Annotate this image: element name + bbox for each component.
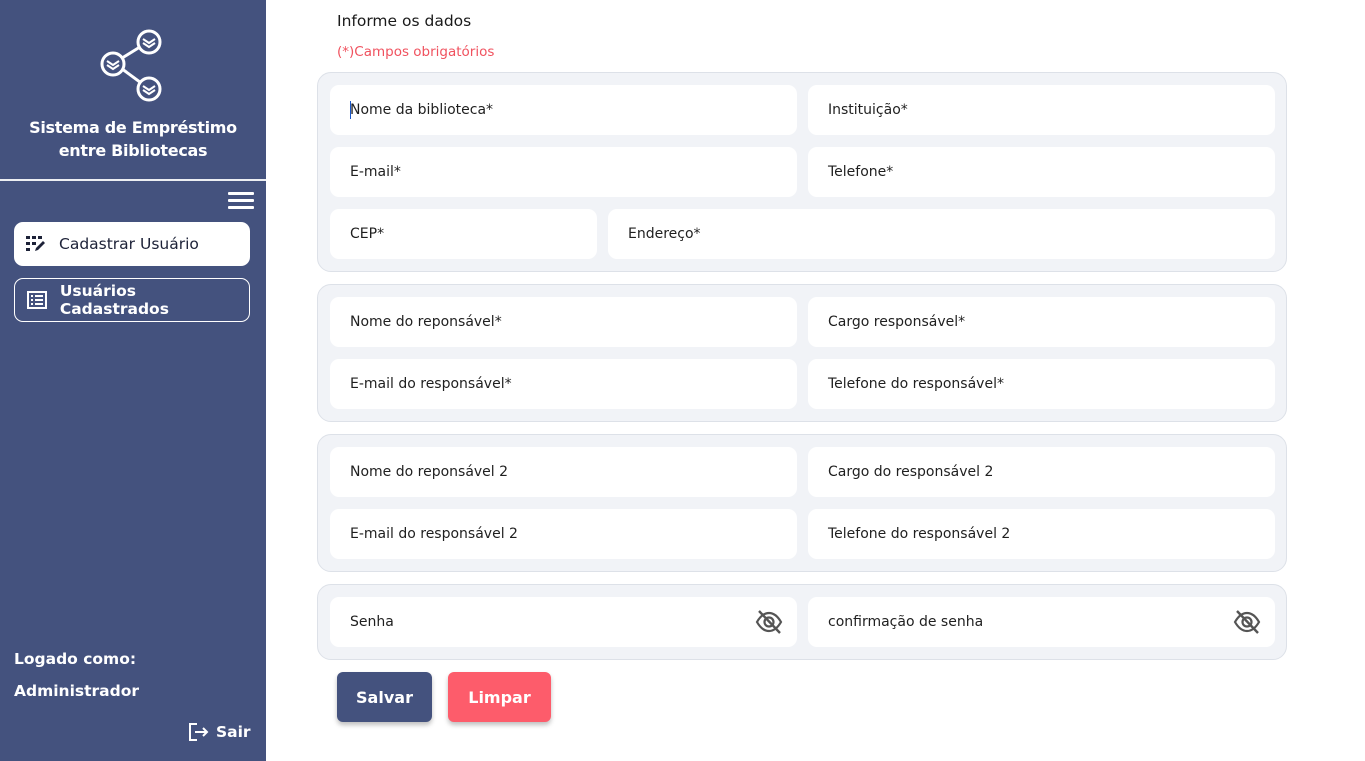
responsible-2-group: Nome do reponsável 2 Cargo do responsáve… — [317, 434, 1287, 572]
hamburger-menu-icon[interactable] — [228, 192, 254, 212]
sidebar-divider — [0, 179, 266, 181]
logout-label: Sair — [216, 723, 251, 741]
responsible-email-placeholder: E-mail do responsável* — [350, 376, 512, 392]
institution-placeholder: Instituição* — [828, 102, 908, 118]
phone-field[interactable]: Telefone* — [808, 147, 1275, 197]
text-caret — [350, 101, 351, 119]
responsible2-name-placeholder: Nome do reponsável 2 — [350, 464, 509, 480]
cep-placeholder: CEP* — [350, 226, 385, 242]
responsible2-email-placeholder: E-mail do responsável 2 — [350, 526, 518, 542]
eye-off-icon[interactable] — [1233, 609, 1261, 635]
address-field[interactable]: Endereço* — [608, 209, 1275, 259]
sidebar: Sistema de Empréstimo entre Bibliotecas … — [0, 0, 266, 761]
responsible-name-placeholder: Nome do reponsável* — [350, 314, 502, 330]
confirm-password-field[interactable]: confirmação de senha — [808, 597, 1275, 647]
library-info-group: Nome da biblioteca* Instituição* E-mail*… — [317, 72, 1287, 272]
password-field[interactable]: Senha — [330, 597, 797, 647]
required-fields-note: (*)Campos obrigatórios — [337, 44, 495, 60]
list-icon — [26, 289, 48, 311]
responsible2-name-field[interactable]: Nome do reponsável 2 — [330, 447, 797, 497]
email-field[interactable]: E-mail* — [330, 147, 797, 197]
responsible2-email-field[interactable]: E-mail do responsável 2 — [330, 509, 797, 559]
logout-button[interactable]: Sair — [188, 722, 251, 742]
responsible2-phone-placeholder: Telefone do responsável 2 — [828, 526, 1011, 542]
phone-placeholder: Telefone* — [828, 164, 894, 180]
responsible2-phone-field[interactable]: Telefone do responsável 2 — [808, 509, 1275, 559]
responsible-phone-field[interactable]: Telefone do responsável* — [808, 359, 1275, 409]
sidebar-item-usuarios-cadastrados[interactable]: Usuários Cadastrados — [14, 278, 250, 322]
responsible-email-field[interactable]: E-mail do responsável* — [330, 359, 797, 409]
address-placeholder: Endereço* — [628, 226, 701, 242]
responsible-role-field[interactable]: Cargo responsável* — [808, 297, 1275, 347]
library-name-placeholder: Nome da biblioteca* — [350, 102, 494, 118]
app-brand: Sistema de Empréstimo entre Bibliotecas — [0, 116, 266, 162]
institution-field[interactable]: Instituição* — [808, 85, 1275, 135]
save-button[interactable]: Salvar — [337, 672, 432, 722]
brand-line-2: entre Bibliotecas — [58, 141, 208, 160]
cep-field[interactable]: CEP* — [330, 209, 597, 259]
responsible-role-placeholder: Cargo responsável* — [828, 314, 966, 330]
responsible-group: Nome do reponsável* Cargo responsável* E… — [317, 284, 1287, 422]
sidebar-item-cadastrar-usuario[interactable]: Cadastrar Usuário — [14, 222, 250, 266]
eye-off-icon[interactable] — [755, 609, 783, 635]
sidebar-item-label: Usuários Cadastrados — [59, 282, 169, 318]
logout-icon — [189, 723, 209, 741]
library-name-field[interactable]: Nome da biblioteca* — [330, 85, 797, 135]
form-title: Informe os dados — [337, 12, 472, 30]
brand-line-1: Sistema de Empréstimo — [29, 118, 237, 137]
confirm-password-placeholder: confirmação de senha — [828, 614, 984, 630]
responsible2-role-field[interactable]: Cargo do responsável 2 — [808, 447, 1275, 497]
responsible-phone-placeholder: Telefone do responsável* — [828, 376, 1004, 392]
responsible2-role-placeholder: Cargo do responsável 2 — [828, 464, 994, 480]
logged-as-label: Logado como: — [14, 650, 137, 668]
password-group: Senha confirmação de senha — [317, 584, 1287, 660]
email-placeholder: E-mail* — [350, 164, 401, 180]
share-logo-icon — [100, 29, 162, 102]
logged-user-name: Administrador — [14, 682, 140, 700]
clear-button[interactable]: Limpar — [448, 672, 551, 722]
edit-grid-icon — [25, 233, 47, 255]
password-placeholder: Senha — [350, 614, 394, 630]
responsible-name-field[interactable]: Nome do reponsável* — [330, 297, 797, 347]
sidebar-item-label: Cadastrar Usuário — [59, 235, 199, 253]
